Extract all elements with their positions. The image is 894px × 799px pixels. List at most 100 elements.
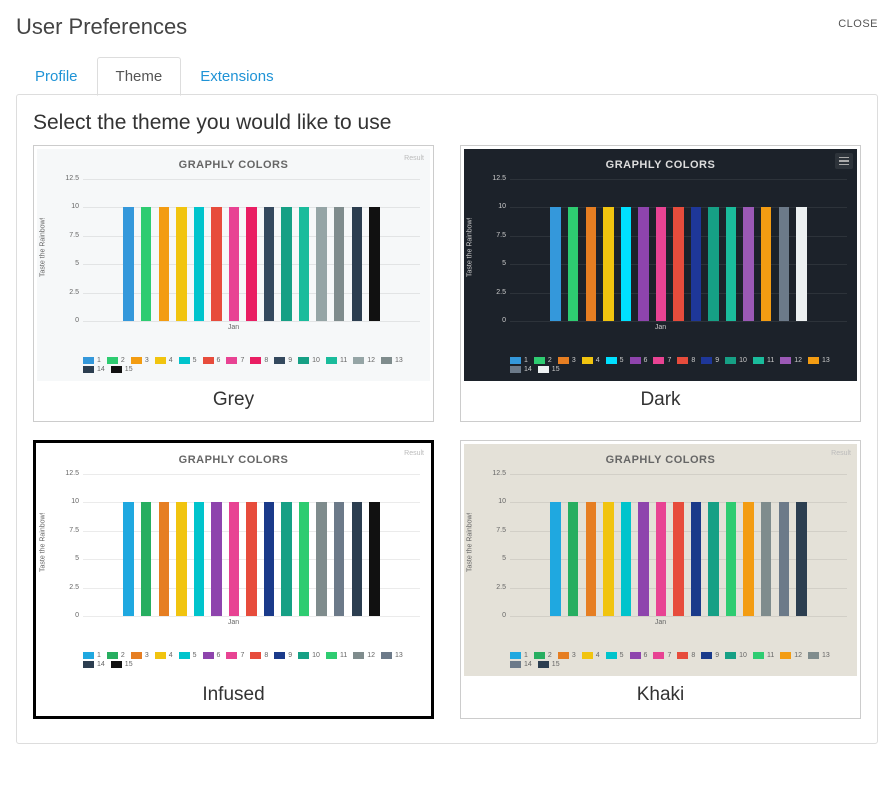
legend-item: 12 (353, 652, 375, 659)
legend-item: 5 (179, 357, 197, 364)
close-button[interactable]: CLOSE (838, 14, 878, 30)
bar (638, 207, 648, 321)
legend-swatch (107, 357, 118, 364)
legend-swatch (274, 652, 285, 659)
legend-label: 15 (125, 661, 133, 668)
legend: 123456789101112131415 (510, 357, 847, 373)
theme-preview: GRAPHLY COLORSResultTaste the Rainbow!02… (37, 149, 430, 381)
legend-label: 4 (169, 357, 173, 364)
legend-item: 4 (155, 357, 173, 364)
panel-title: Select the theme you would like to use (33, 111, 861, 135)
legend-swatch (179, 652, 190, 659)
legend-item: 15 (111, 661, 133, 668)
legend-item: 2 (107, 357, 125, 364)
legend-swatch (353, 357, 364, 364)
legend-label: 11 (767, 357, 774, 364)
x-axis-label: Jan (464, 619, 857, 626)
legend-swatch (155, 652, 166, 659)
bar (603, 207, 613, 321)
bar (691, 502, 701, 616)
legend-item: 5 (606, 357, 624, 364)
legend-swatch (381, 357, 392, 364)
legend-label: 1 (97, 652, 101, 659)
bar (141, 502, 151, 616)
x-axis-label: Jan (464, 324, 857, 331)
legend-swatch (534, 357, 545, 364)
theme-card-grey[interactable]: GRAPHLY COLORSResultTaste the Rainbow!02… (33, 145, 434, 422)
legend-item: 3 (131, 357, 149, 364)
legend-label: 5 (193, 652, 197, 659)
bar (299, 207, 309, 321)
tab-profile[interactable]: Profile (16, 57, 97, 96)
legend-item: 10 (725, 652, 747, 659)
legend-label: 7 (667, 652, 671, 659)
y-tick: 5 (59, 260, 79, 267)
bar (708, 502, 718, 616)
bar (123, 207, 133, 321)
legend-label: 6 (217, 357, 221, 364)
tab-theme[interactable]: Theme (97, 57, 182, 96)
legend-label: 1 (97, 357, 101, 364)
bar (656, 502, 666, 616)
legend-item: 13 (381, 652, 403, 659)
legend-label: 8 (691, 357, 695, 364)
tab-extensions[interactable]: Extensions (181, 57, 292, 96)
bar (316, 502, 326, 616)
legend-swatch (558, 357, 569, 364)
legend-label: 6 (217, 652, 221, 659)
legend-swatch (83, 661, 94, 668)
theme-panel: Select the theme you would like to use G… (16, 94, 878, 744)
chart-area (83, 474, 420, 616)
legend-item: 13 (808, 357, 830, 364)
legend-swatch (131, 652, 142, 659)
theme-card-dark[interactable]: GRAPHLY COLORSTaste the Rainbow!02.557.5… (460, 145, 861, 422)
y-tick: 7.5 (486, 527, 506, 534)
bar (779, 502, 789, 616)
legend-item: 10 (298, 652, 320, 659)
legend-label: 13 (395, 357, 403, 364)
legend-swatch (250, 357, 261, 364)
chart-title: GRAPHLY COLORS (37, 149, 430, 171)
legend-item: 15 (538, 661, 560, 668)
y-tick: 2.5 (486, 289, 506, 296)
legend-swatch (808, 652, 819, 659)
legend-swatch (83, 366, 94, 373)
legend-item: 3 (131, 652, 149, 659)
legend-label: 10 (739, 357, 747, 364)
y-tick: 2.5 (59, 289, 79, 296)
bar (246, 207, 256, 321)
theme-card-khaki[interactable]: GRAPHLY COLORSResultTaste the Rainbow!02… (460, 440, 861, 719)
result-badge: Result (404, 155, 424, 162)
legend-label: 10 (312, 357, 320, 364)
legend-label: 6 (644, 652, 648, 659)
legend-item: 4 (155, 652, 173, 659)
legend-label: 2 (121, 652, 125, 659)
bar (743, 502, 753, 616)
menu-icon[interactable] (835, 153, 853, 169)
legend-item: 14 (83, 661, 105, 668)
y-tick: 12.5 (59, 175, 79, 182)
legend-label: 10 (312, 652, 320, 659)
y-axis-label: Taste the Rainbow! (467, 512, 474, 572)
bar (743, 207, 753, 321)
tabs: Profile Theme Extensions (16, 56, 878, 95)
legend-item: 1 (510, 357, 528, 364)
legend-label: 15 (552, 661, 560, 668)
legend-item: 7 (226, 652, 244, 659)
bar (264, 502, 274, 616)
y-tick: 2.5 (59, 584, 79, 591)
bar (761, 207, 771, 321)
legend-item: 1 (510, 652, 528, 659)
chart-area (510, 179, 847, 321)
legend-item: 11 (753, 357, 774, 364)
theme-card-infused[interactable]: GRAPHLY COLORSResultTaste the Rainbow!02… (33, 440, 434, 719)
bar (229, 207, 239, 321)
legend-swatch (677, 357, 688, 364)
legend-label: 3 (572, 357, 576, 364)
legend-label: 1 (524, 652, 528, 659)
legend-label: 12 (794, 357, 802, 364)
legend-item: 6 (203, 652, 221, 659)
y-tick: 12.5 (59, 470, 79, 477)
legend-swatch (83, 357, 94, 364)
legend-label: 8 (264, 652, 268, 659)
